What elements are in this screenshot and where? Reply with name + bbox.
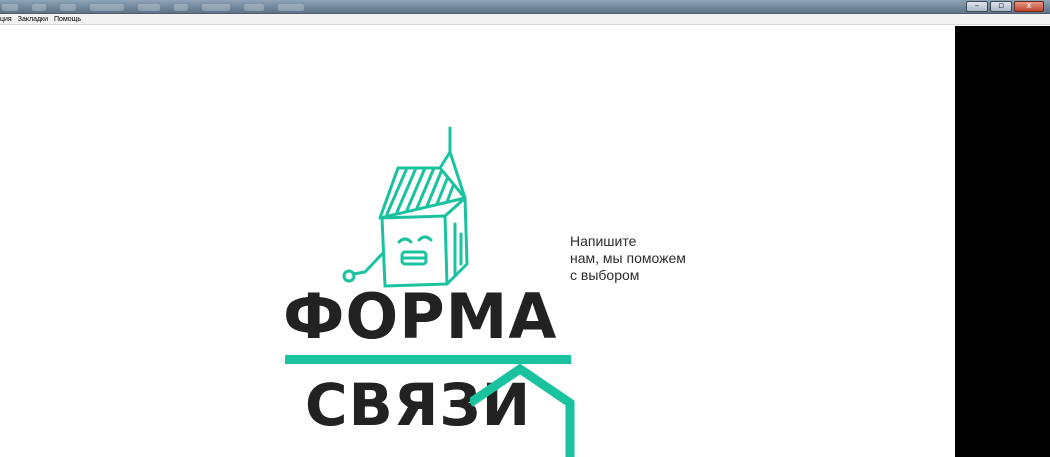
close-button[interactable]: x	[1014, 1, 1044, 12]
titlebar-blurred-menu	[0, 2, 304, 12]
menu-item-partial[interactable]: ция	[0, 14, 12, 24]
birdhouse-mascot-icon	[342, 126, 469, 288]
contact-prompt-line: с выбором	[570, 267, 640, 283]
maximize-button[interactable]: ▫	[990, 1, 1012, 12]
menu-item-bookmarks[interactable]: Закладки	[18, 14, 48, 24]
right-black-panel	[955, 26, 1050, 457]
contact-prompt-line: Напишите	[570, 233, 637, 249]
menubar: ция Закладки Помощь	[0, 14, 1050, 25]
minimize-button[interactable]: –	[966, 1, 988, 12]
contact-prompt-line: нам, мы поможем	[570, 250, 686, 266]
contact-form-title-line1: ФОРМА	[283, 280, 558, 353]
contact-prompt: Напишите нам, мы поможем с выбором	[570, 233, 730, 284]
menu-item-help[interactable]: Помощь	[54, 14, 81, 24]
roof-icon	[470, 363, 575, 457]
window-controls: – ▫ x	[966, 1, 1044, 12]
window-titlebar: – ▫ x	[0, 0, 1050, 14]
